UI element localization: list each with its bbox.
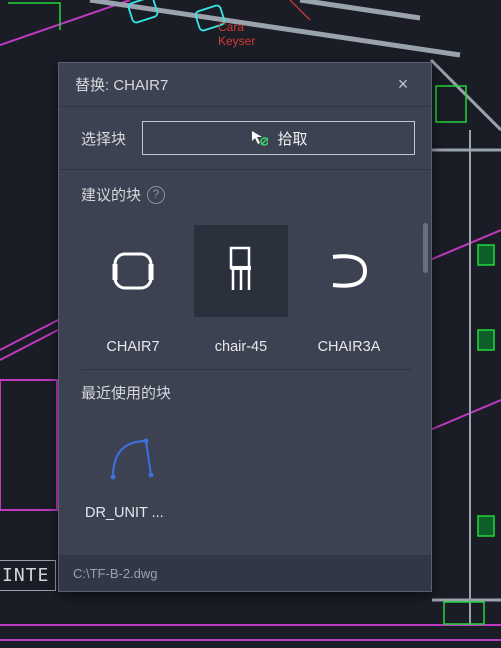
block-thumb — [84, 423, 178, 493]
footer-path: C:\TF-B-2.dwg — [73, 566, 158, 581]
scrollbar[interactable] — [423, 223, 428, 273]
block-item-chair7[interactable]: CHAIR7 — [81, 217, 185, 355]
close-icon[interactable]: × — [391, 73, 415, 97]
dialog-footer: C:\TF-B-2.dwg — [59, 555, 431, 591]
recent-blocks-title: 最近使用的块 — [81, 369, 411, 403]
dialog-title: 替换: CHAIR7 — [75, 74, 391, 95]
suggested-blocks-title: 建议的块 ? — [81, 184, 411, 205]
title-prefix: 替换: — [75, 77, 109, 94]
replace-block-dialog: 替换: CHAIR7 × 选择块 拾取 建议的块 ? — [58, 62, 432, 592]
block-item-chair3a[interactable]: CHAIR3A — [297, 217, 401, 355]
block-label: CHAIR7 — [106, 339, 159, 355]
select-block-row: 选择块 拾取 — [59, 107, 431, 170]
annotation-text: Cara Keyser — [218, 20, 255, 48]
pick-cursor-icon — [250, 129, 268, 147]
block-label: CHAIR3A — [318, 339, 381, 355]
block-label: chair-45 — [215, 339, 267, 355]
title-blockname: CHAIR7 — [113, 77, 168, 94]
block-label: DR_UNIT ... — [81, 505, 181, 521]
pick-button-label: 拾取 — [278, 128, 308, 149]
block-thumb — [302, 225, 396, 317]
block-thumb — [86, 225, 180, 317]
block-item-chair45[interactable]: chair-45 — [189, 217, 293, 355]
help-icon[interactable]: ? — [147, 186, 165, 204]
bg-text-fragment: INTE — [0, 560, 56, 591]
select-block-label: 选择块 — [81, 128, 126, 149]
dialog-body: 建议的块 ? CHAIR7 — [59, 170, 431, 555]
recent-label-text: 最近使用的块 — [81, 382, 171, 403]
block-thumb — [194, 225, 288, 317]
suggested-blocks-grid: CHAIR7 chair-45 — [81, 217, 411, 355]
recent-blocks-grid: DR_UNIT ... — [81, 415, 411, 521]
block-item-drunit[interactable]: DR_UNIT ... — [81, 415, 181, 521]
suggested-label-text: 建议的块 — [81, 184, 141, 205]
dialog-titlebar: 替换: CHAIR7 × — [59, 63, 431, 107]
pick-button[interactable]: 拾取 — [142, 121, 415, 155]
